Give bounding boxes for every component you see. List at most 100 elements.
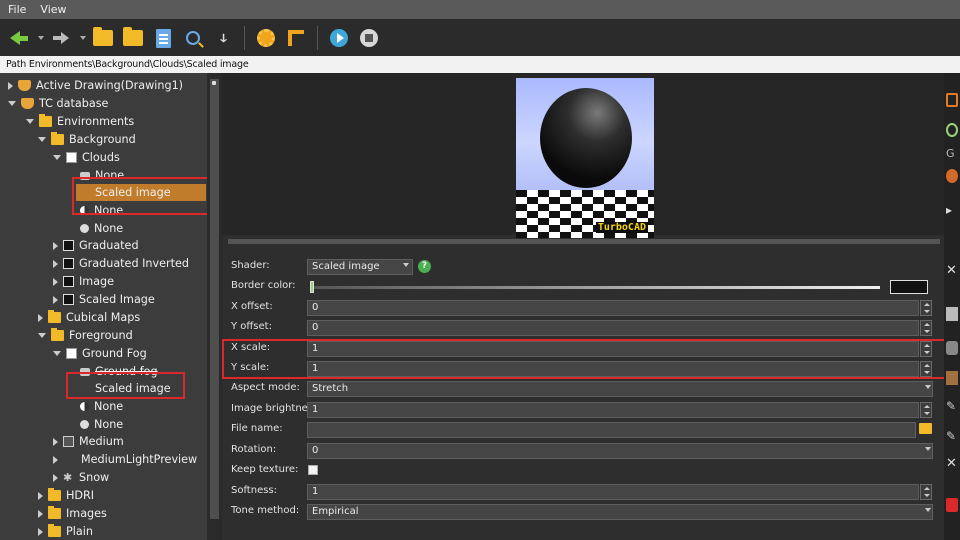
brightness-spinner[interactable]	[920, 402, 932, 418]
tone-method-dropdown-icon[interactable]	[925, 508, 931, 512]
keep-texture-checkbox[interactable]	[308, 465, 318, 475]
tree-item-active-drawing[interactable]: Active Drawing(Drawing1)	[8, 77, 183, 94]
collapse-icon[interactable]	[8, 101, 16, 106]
tree-item-cubical-maps[interactable]: Cubical Maps	[38, 309, 140, 326]
toolbar-texture-icon[interactable]	[946, 371, 958, 385]
tree-item-none[interactable]: None	[80, 220, 123, 237]
expand-icon[interactable]	[53, 295, 58, 304]
toolbar-material-icon[interactable]	[946, 93, 958, 107]
forward-dropdown-icon[interactable]	[80, 36, 86, 40]
aspect-mode-select[interactable]: Stretch	[307, 381, 933, 397]
y-offset-spinner[interactable]	[920, 320, 932, 336]
toolbar-arrow-icon[interactable]: ▸	[946, 203, 958, 217]
search-button[interactable]	[180, 25, 206, 51]
preview-splitter[interactable]	[228, 239, 940, 244]
back-button[interactable]	[6, 25, 32, 51]
snowflake-icon: ✱	[63, 471, 73, 484]
forward-button[interactable]	[48, 25, 74, 51]
menu-file[interactable]: File	[8, 3, 26, 16]
expand-icon[interactable]	[53, 241, 58, 250]
collapse-icon[interactable]	[53, 155, 61, 160]
shader-dropdown-icon[interactable]	[403, 263, 409, 267]
scrollbar-thumb[interactable]	[210, 79, 219, 519]
tone-method-select[interactable]: Empirical	[307, 504, 933, 520]
collapse-icon[interactable]	[53, 351, 61, 356]
folder-icon	[51, 132, 64, 145]
tree-item-ground-fog[interactable]: Ground Fog	[53, 345, 147, 362]
border-color-slider-thumb[interactable]	[310, 281, 314, 293]
expand-icon[interactable]	[53, 473, 58, 482]
toolbar-sphere-icon[interactable]	[946, 169, 958, 183]
settings-button[interactable]	[253, 25, 279, 51]
tree-item-image[interactable]: Image	[53, 273, 114, 290]
brightness-input[interactable]: 1	[307, 402, 919, 418]
document-button[interactable]	[150, 25, 176, 51]
toolbar-circle-icon[interactable]	[946, 123, 958, 137]
help-icon[interactable]: ?	[418, 260, 431, 273]
new-folder-button[interactable]	[90, 25, 116, 51]
expand-icon[interactable]	[53, 277, 58, 286]
y-offset-input[interactable]: 0	[307, 320, 919, 336]
tree-item-medium-light-preview[interactable]: MediumLightPreview	[53, 451, 197, 468]
tree-item-snow[interactable]: ✱ Snow	[53, 469, 109, 486]
rotation-dropdown-icon[interactable]	[925, 447, 931, 451]
tree-item-environments[interactable]: Environments	[26, 113, 134, 130]
file-name-input[interactable]	[307, 422, 916, 438]
expand-icon[interactable]	[53, 259, 58, 268]
collapse-icon[interactable]	[38, 333, 46, 338]
tree-item-tc-database[interactable]: TC database	[8, 95, 108, 112]
tree-item-medium[interactable]: Medium	[53, 433, 124, 450]
toolbar: ↆ	[0, 20, 960, 56]
x-offset-spinner[interactable]	[920, 300, 932, 316]
toolbar-wrench-icon[interactable]: ✎	[946, 399, 958, 413]
border-color-slider-track[interactable]	[310, 286, 880, 289]
preview-sphere	[540, 88, 632, 188]
sphere-icon	[80, 420, 89, 429]
tree-scrollbar[interactable]	[207, 73, 222, 540]
expand-icon[interactable]	[53, 437, 58, 446]
tree-item-plain[interactable]: Plain	[38, 523, 93, 540]
rotation-select[interactable]: 0	[307, 443, 933, 459]
stop-button[interactable]	[356, 25, 382, 51]
tree-item-graduated[interactable]: Graduated	[53, 237, 139, 254]
x-offset-row: X offset: 0	[222, 298, 944, 318]
play-icon	[330, 29, 348, 47]
expand-icon[interactable]	[53, 455, 58, 464]
tree-item-foreground[interactable]: Foreground	[38, 327, 133, 344]
expand-icon[interactable]	[8, 81, 13, 90]
toolbar-cube-icon[interactable]	[946, 498, 958, 512]
softness-spinner[interactable]	[920, 484, 932, 500]
collapse-icon[interactable]	[38, 137, 46, 142]
sort-button[interactable]: ↆ	[210, 25, 236, 51]
toolbar-shape-icon[interactable]: G	[946, 147, 958, 161]
tree-item-scaled-image[interactable]: Scaled Image	[53, 291, 155, 308]
tree-item-images[interactable]: Images	[38, 505, 107, 522]
expand-icon[interactable]	[38, 491, 43, 500]
tree-item-clouds[interactable]: Clouds	[53, 149, 120, 166]
toolbar-panel-icon[interactable]	[946, 307, 958, 321]
tree-item-none[interactable]: None	[80, 416, 123, 433]
menu-view[interactable]: View	[40, 3, 66, 16]
open-folder-button[interactable]	[120, 25, 146, 51]
expand-icon[interactable]	[38, 527, 43, 536]
toolbar-close-icon[interactable]: ✕	[946, 263, 958, 278]
softness-input[interactable]: 1	[307, 484, 919, 500]
toolbar-delete-icon[interactable]: ✕	[946, 456, 958, 471]
toolbar-light-icon[interactable]	[946, 341, 958, 355]
frame-button[interactable]	[283, 25, 309, 51]
browse-folder-icon[interactable]	[919, 423, 932, 434]
tree-item-hdri[interactable]: HDRI	[38, 487, 94, 504]
collapse-icon[interactable]	[26, 119, 34, 124]
tree-item-background[interactable]: Background	[38, 131, 136, 148]
shader-select[interactable]: Scaled image	[307, 259, 413, 275]
expand-icon[interactable]	[38, 509, 43, 518]
aspect-mode-dropdown-icon[interactable]	[925, 385, 931, 389]
back-dropdown-icon[interactable]	[38, 36, 44, 40]
tree-item-none[interactable]: None	[80, 398, 123, 415]
x-offset-input[interactable]: 0	[307, 300, 919, 316]
play-button[interactable]	[326, 25, 352, 51]
border-color-swatch[interactable]	[890, 280, 928, 294]
tree-item-graduated-inverted[interactable]: Graduated Inverted	[53, 255, 189, 272]
toolbar-edit-icon[interactable]: ✎	[946, 429, 958, 443]
expand-icon[interactable]	[38, 313, 43, 322]
